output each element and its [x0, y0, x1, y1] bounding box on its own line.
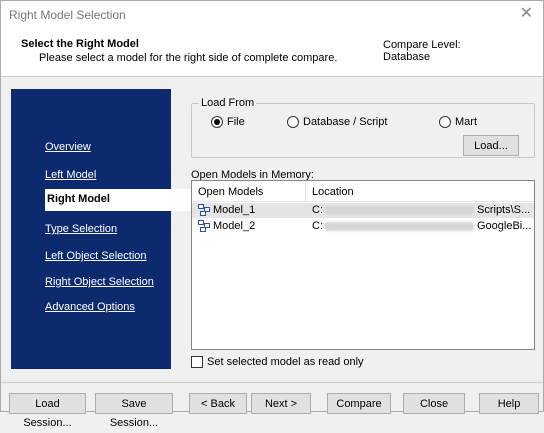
model-icon	[198, 204, 210, 216]
load-from-label: Load From	[199, 97, 257, 109]
column-header-location[interactable]: Location	[312, 186, 354, 198]
compare-button[interactable]: Compare	[327, 393, 391, 414]
nav-item-left-object-selection[interactable]: Left Object Selection	[45, 250, 147, 262]
column-header-open-models[interactable]: Open Models	[198, 186, 263, 198]
radio-database-script-indicator[interactable]	[287, 116, 299, 128]
column-divider[interactable]	[305, 181, 306, 202]
load-button[interactable]: Load...	[463, 135, 519, 156]
wizard-nav: Overview Left Model Right Model Type Sel…	[11, 89, 191, 369]
dialog-window: Right Model Selection ✕ Select the Right…	[0, 0, 544, 429]
list-item[interactable]: Model_1 C: Scripts\S...	[192, 203, 534, 218]
window-title: Right Model Selection	[9, 8, 126, 22]
readonly-checkbox-row[interactable]: Set selected model as read only	[191, 356, 364, 368]
redacted-path	[324, 206, 474, 215]
footer-divider	[1, 382, 543, 383]
nav-item-right-model-label: Right Model	[47, 193, 110, 205]
nav-item-overview[interactable]: Overview	[45, 141, 91, 153]
compare-level-value: Database	[383, 51, 431, 63]
nav-item-advanced-options[interactable]: Advanced Options	[45, 301, 135, 313]
readonly-checkbox[interactable]	[191, 356, 203, 368]
list-item[interactable]: Model_2 C: GoogleBi...	[192, 219, 534, 234]
nav-item-left-model[interactable]: Left Model	[45, 169, 96, 181]
load-session-button[interactable]: Load Session...	[9, 393, 86, 429]
radio-database-script[interactable]: Database / Script	[287, 115, 387, 129]
radio-mart-label: Mart	[455, 116, 477, 128]
nav-item-right-model[interactable]: Right Model	[45, 189, 191, 211]
nav-item-right-object-selection[interactable]: Right Object Selection	[45, 276, 154, 288]
model-name: Model_2	[213, 220, 256, 232]
radio-file-label: File	[227, 116, 245, 128]
model-location: C:	[312, 204, 323, 216]
model-location-tail: Scripts\S...	[477, 204, 531, 216]
model-location: C:	[312, 220, 323, 232]
back-button[interactable]: < Back	[189, 393, 247, 414]
title-bar: Right Model Selection ✕	[1, 1, 543, 29]
help-button[interactable]: Help	[479, 393, 539, 414]
header-subtitle: Please select a model for the right side…	[39, 52, 338, 64]
radio-database-script-label: Database / Script	[303, 116, 388, 128]
save-session-button[interactable]: Save Session...	[95, 393, 173, 429]
model-location-tail: GoogleBi...	[477, 220, 532, 232]
radio-mart-indicator[interactable]	[439, 116, 451, 128]
model-icon	[198, 220, 210, 232]
redacted-path	[324, 222, 474, 231]
open-models-list[interactable]: Open Models Location Model_1 C: Scripts\…	[191, 180, 535, 350]
next-button[interactable]: Next >	[251, 393, 311, 414]
dialog-header: Select the Right Model Please select a m…	[1, 29, 543, 77]
readonly-checkbox-label: Set selected model as read only	[207, 356, 364, 368]
compare-level-label: Compare Level:	[383, 39, 461, 51]
model-name: Model_1	[213, 204, 256, 216]
radio-file[interactable]: File	[211, 115, 245, 129]
header-title: Select the Right Model	[21, 38, 139, 50]
list-header: Open Models Location	[192, 181, 534, 202]
close-icon[interactable]: ✕	[520, 5, 533, 23]
radio-file-indicator[interactable]	[211, 116, 223, 128]
nav-item-type-selection[interactable]: Type Selection	[45, 223, 117, 235]
close-button[interactable]: Close	[403, 393, 465, 414]
radio-mart[interactable]: Mart	[439, 115, 477, 129]
